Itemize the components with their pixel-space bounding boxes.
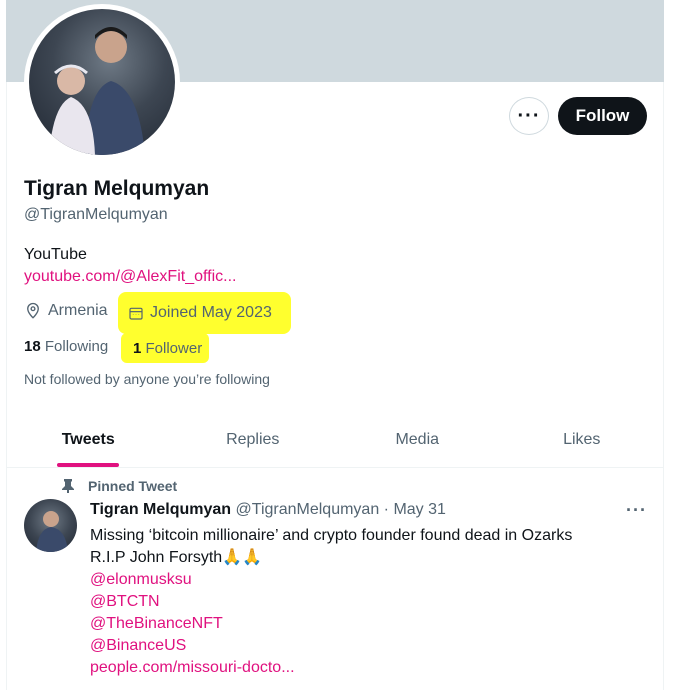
tweet-separator: · (379, 501, 394, 518)
joined-date: Joined May 2023 (118, 292, 291, 334)
joined-text: Joined May 2023 (150, 304, 272, 321)
tweet-text-line: Missing ‘bitcoin millionaire’ and crypto… (90, 527, 573, 544)
profile-handle: @TigranMelqumyan (24, 206, 168, 223)
tweet-text-line: R.I.P John Forsyth🙏🙏 (90, 549, 263, 566)
profile-location: Armenia (24, 302, 108, 320)
tweet-text: Missing ‘bitcoin millionaire’ and crypto… (90, 525, 572, 569)
profile-tabs: Tweets Replies Media Likes (6, 412, 664, 468)
pinned-label: Pinned Tweet (88, 478, 178, 494)
following-link[interactable]: 18 Following (24, 338, 108, 355)
profile-bio: YouTube (24, 246, 87, 263)
tweet-links: @elonmusksu @BTCTN @TheBinanceNFT @Binan… (90, 569, 295, 679)
followers-label: Follower (145, 339, 203, 357)
tab-likes[interactable]: Likes (500, 412, 665, 467)
tweet-date[interactable]: May 31 (393, 501, 445, 518)
tab-replies[interactable]: Replies (171, 412, 336, 467)
tweet-author-name[interactable]: Tigran Melqumyan (90, 501, 231, 518)
tweet-author-handle[interactable]: @TigranMelqumyan (236, 501, 380, 518)
calendar-icon (128, 305, 150, 321)
avatar-photo (29, 9, 175, 155)
more-horizontal-icon: ··· (517, 105, 541, 127)
pin-icon (62, 479, 88, 493)
pinned-indicator: Pinned Tweet (62, 478, 177, 494)
tweet-mention-link[interactable]: @elonmusksu (90, 569, 295, 591)
followers-link[interactable]: 1 Follower (121, 333, 209, 363)
tweet-mention-link[interactable]: @BTCTN (90, 591, 295, 613)
not-followed-notice: Not followed by anyone you’re following (24, 371, 270, 387)
followers-count: 1 (133, 339, 142, 357)
tweet-author-avatar[interactable] (24, 499, 77, 552)
more-options-button[interactable]: ··· (509, 97, 549, 135)
following-count: 18 (24, 338, 41, 355)
location-text: Armenia (48, 302, 108, 319)
tweet-url-link[interactable]: people.com/missouri-docto... (90, 657, 295, 679)
tweet-mention-link[interactable]: @TheBinanceNFT (90, 613, 295, 635)
profile-website-link[interactable]: youtube.com/@AlexFit_offic... (24, 268, 236, 286)
tab-media[interactable]: Media (335, 412, 500, 467)
tweet-mention-link[interactable]: @BinanceUS (90, 635, 295, 657)
tweet-header: Tigran Melqumyan @TigranMelqumyan · May … (90, 501, 446, 519)
tweet-more-icon[interactable]: ··· (626, 500, 647, 521)
following-label: Following (44, 338, 109, 355)
profile-name: Tigran Melqumyan (24, 177, 210, 200)
tab-tweets[interactable]: Tweets (6, 412, 171, 467)
profile-avatar[interactable] (24, 4, 180, 160)
follow-button[interactable]: Follow (558, 97, 647, 135)
location-pin-icon (24, 302, 42, 320)
